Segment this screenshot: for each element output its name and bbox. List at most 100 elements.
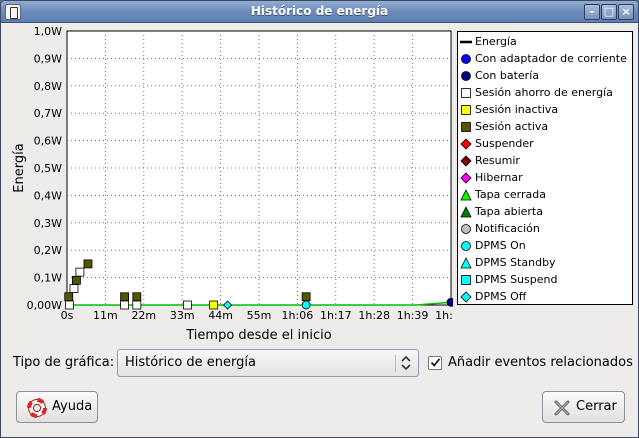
legend-item: Sesión ahorro de energía [458, 85, 632, 101]
updown-arrows-icon [401, 355, 411, 371]
event-marker [132, 292, 142, 302]
event-marker [75, 267, 85, 277]
x-tick-label: 22m [131, 309, 156, 322]
y-tick-label: 0,3W [34, 217, 62, 230]
legend-circle-icon [461, 224, 471, 234]
legend-item: Sesión activa [458, 119, 632, 135]
y-tick-label: 0,1W [34, 272, 62, 285]
lifebuoy-icon [27, 398, 47, 418]
x-tick-label: 33m [170, 309, 195, 322]
event-marker [301, 300, 311, 310]
event-marker [132, 300, 142, 310]
legend-label: Sesión inactiva [475, 103, 559, 116]
legend-label: Sesión activa [475, 120, 549, 133]
x-tick-label: 1h:50 [435, 309, 453, 322]
legend-item: DPMS On [458, 238, 632, 254]
combo-separator [395, 355, 396, 372]
x-axis-label: Tiempo desde el inicio [185, 328, 332, 343]
legend-item: Resumir [458, 153, 632, 169]
legend-triangle-icon [460, 206, 472, 218]
window-title: Histórico de energía [250, 4, 389, 18]
legend-label: DPMS Standby [475, 256, 556, 269]
event-marker [120, 292, 129, 302]
legend-item: Sesión inactiva [458, 102, 632, 118]
event-marker [83, 259, 93, 269]
x-tick-label: 1h:06 [282, 309, 314, 322]
legend-triangle-icon [460, 257, 472, 269]
power-history-window: Histórico de energía – □ × 0,00W 0,1W 0,2W… [0, 0, 639, 438]
legend-circle-icon [461, 54, 471, 64]
title-bar[interactable]: Histórico de energía – □ × [1, 1, 638, 23]
x-tick-label: 11m [93, 309, 118, 322]
legend-label: Resumir [475, 154, 520, 167]
power-history-chart: 0,00W 0,1W 0,2W 0,3W 0,4W 0,5W 0,6W 0,7W 0,8W 0,9… [12, 27, 453, 343]
legend-item: Tapa cerrada [458, 187, 632, 203]
legend-diamond-icon [460, 155, 472, 167]
legend-item: DPMS Off [458, 289, 632, 305]
help-button-label: Ayuda [52, 399, 93, 414]
close-x-icon [554, 400, 570, 416]
x-tick-label: 0s [61, 309, 74, 322]
y-tick-label: 1,0W [34, 27, 62, 38]
legend-label: Hibernar [475, 171, 523, 184]
legend-square-icon [461, 105, 471, 115]
legend-label: Notificación [475, 222, 540, 235]
legend-label: DPMS On [475, 239, 526, 252]
legend-label: Con batería [475, 69, 540, 82]
x-tick-label: 1h:28 [358, 309, 390, 322]
legend-circle-icon [461, 71, 471, 81]
checkmark-icon [430, 358, 441, 367]
event-marker [120, 300, 129, 310]
minimize-icon[interactable]: – [584, 4, 600, 20]
close-button-label: Cerrar [576, 399, 617, 414]
x-tick-label: 1h:17 [320, 309, 352, 322]
event-marker [69, 284, 79, 293]
legend-item: Tapa abierta [458, 204, 632, 220]
legend-diamond-icon [460, 138, 472, 150]
legend-label: Con adaptador de corriente [475, 52, 627, 65]
event-marker [72, 275, 81, 285]
legend-square-icon [461, 122, 471, 132]
graph-type-value: Histórico de energía [125, 355, 256, 370]
event-marker [183, 300, 192, 310]
y-tick-label: 0,00W [27, 299, 62, 312]
x-tick-label: 44m [208, 309, 233, 322]
y-tick-label: 0,7W [34, 107, 62, 120]
legend-label: DPMS Off [475, 290, 527, 303]
help-button[interactable]: Ayuda [16, 391, 98, 423]
legend-item: DPMS Standby [458, 255, 632, 271]
legend-line-icon [460, 40, 472, 44]
event-marker [301, 292, 311, 302]
legend-diamond-icon [460, 172, 472, 184]
event-marker [64, 292, 74, 302]
legend-label: Tapa abierta [475, 205, 543, 218]
legend-label: Tapa cerrada [475, 188, 546, 201]
legend-label: Suspender [475, 137, 534, 150]
y-tick-label: 0,6W [34, 135, 62, 148]
legend-label: Energía [475, 35, 517, 48]
y-tick-label: 0,5W [34, 162, 62, 175]
graph-type-select[interactable]: Histórico de energía [117, 349, 419, 377]
related-events-checkbox[interactable] [428, 356, 442, 370]
legend-item: Suspender [458, 136, 632, 152]
related-events-label[interactable]: Añadir eventos relacionados [448, 355, 633, 370]
x-tick-label: 1h:39 [397, 309, 429, 322]
event-marker [446, 297, 453, 307]
legend-item: Energía [458, 34, 632, 50]
legend-item: Notificación [458, 221, 632, 237]
event-marker [65, 300, 74, 310]
close-button[interactable]: Cerrar [542, 391, 625, 423]
legend-label: DPMS Suspend [475, 273, 558, 286]
close-icon[interactable]: × [618, 4, 634, 20]
legend-square-icon [461, 275, 471, 285]
y-tick-label: 0,9W [34, 52, 62, 65]
legend-item: DPMS Suspend [458, 272, 632, 288]
y-axis-label: Energía [12, 143, 27, 192]
legend-diamond-icon [460, 291, 472, 303]
x-tick-label: 55m [247, 309, 272, 322]
maximize-icon[interactable]: □ [601, 4, 617, 20]
y-tick-label: 0,2W [34, 244, 62, 257]
graph-type-label: Tipo de gráfica: [13, 355, 115, 370]
legend-square-icon [461, 88, 471, 98]
y-tick-label: 0,8W [34, 80, 62, 93]
